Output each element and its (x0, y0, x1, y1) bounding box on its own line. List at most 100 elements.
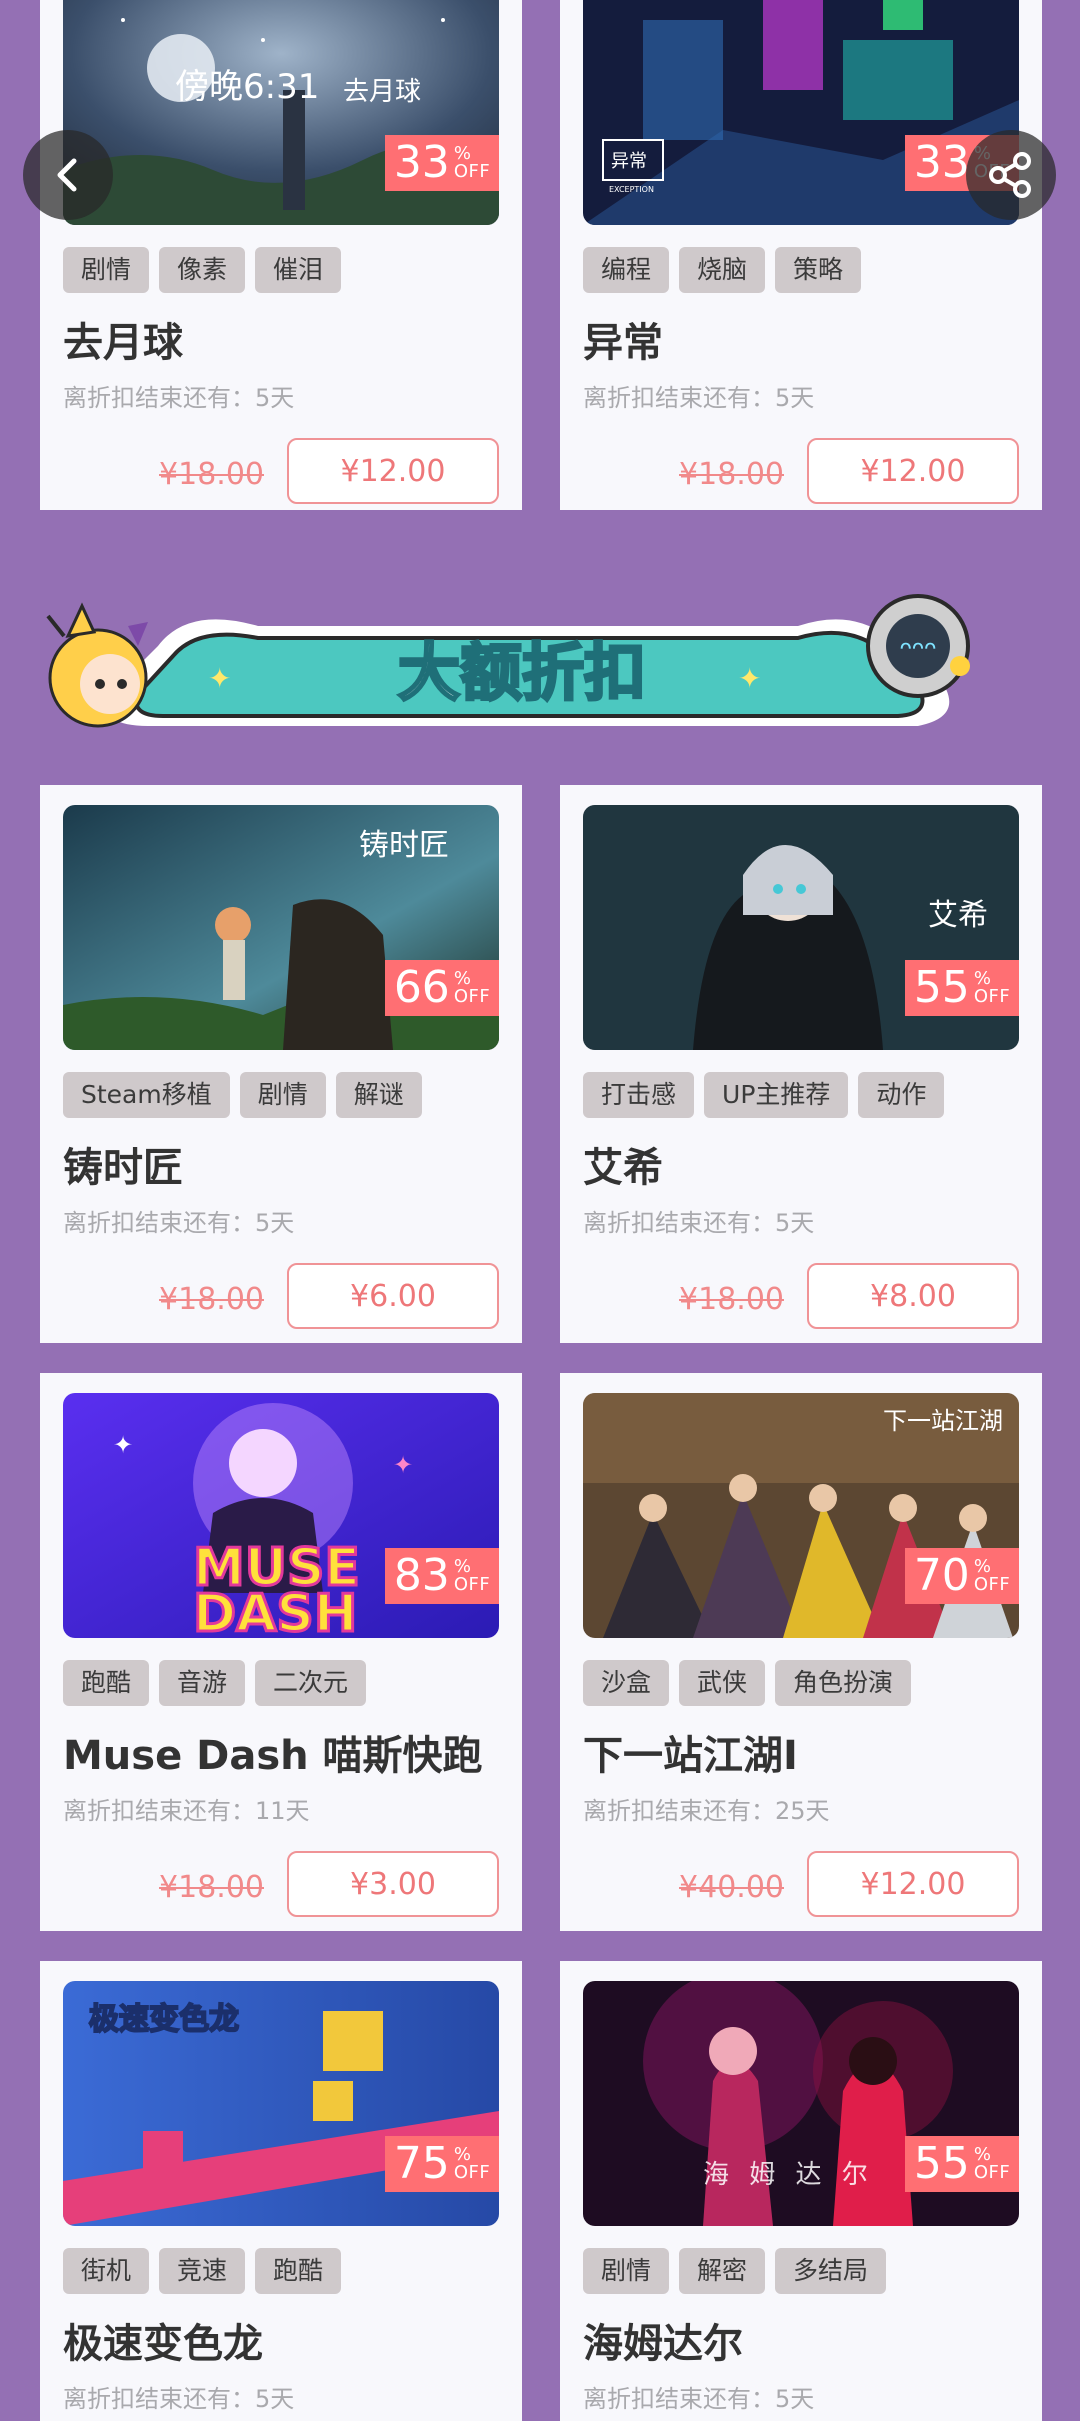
svg-text:✦: ✦ (738, 662, 761, 695)
tag-list: Steam移植 剧情 解谜 (63, 1072, 422, 1118)
original-price: ¥18.00 (159, 1870, 264, 1905)
tag: 编程 (583, 247, 670, 293)
cover-logo-text: 海 姆 达 尔 (703, 2160, 874, 2190)
game-cover-image: 傍晚6:31 去月球 33 % OFF (63, 0, 499, 225)
tag: 动作 (858, 1072, 945, 1118)
discount-remaining: 离折扣结束还有：11天 (63, 1797, 310, 1825)
game-card[interactable]: 傍晚6:31 去月球 33 % OFF 剧情 像素 催泪 去月球 离折扣结束还有：… (40, 0, 522, 510)
cover-logo-text: 铸时匠 (359, 828, 449, 863)
buy-price-button[interactable]: ¥12.00 (807, 1851, 1019, 1917)
game-card[interactable]: 异常 EXCEPTION 33 %OFF 编程 烧脑 策略 异常 离折扣结束还有… (560, 0, 1042, 510)
tag: 催泪 (255, 247, 342, 293)
game-title: 去月球 (63, 320, 183, 366)
tag: 二次元 (255, 1660, 367, 1706)
buy-price-button[interactable]: ¥6.00 (287, 1263, 499, 1329)
game-title: 下一站江湖Ⅰ (583, 1733, 798, 1779)
original-price: ¥18.00 (159, 1282, 264, 1317)
discount-remaining: 离折扣结束还有：5天 (583, 1209, 815, 1237)
svg-text:✦: ✦ (393, 1451, 413, 1479)
svg-text:ᴖᴖᴖ: ᴖᴖᴖ (900, 635, 937, 659)
discount-badge: 55 % OFF (905, 960, 1019, 1016)
tag: UP主推荐 (704, 1072, 849, 1118)
big-discount-banner: ✦ ✦ 大额折扣 ᴖᴖᴖ (38, 586, 1006, 746)
original-price: ¥18.00 (679, 457, 784, 492)
original-price: ¥40.00 (679, 1870, 784, 1905)
buy-price-button[interactable]: ¥12.00 (287, 438, 499, 504)
original-price: ¥18.00 (159, 457, 264, 492)
tag: 音游 (159, 1660, 246, 1706)
game-title: 艾希 (583, 1145, 663, 1191)
game-card[interactable]: 下一站江湖 70 % OFF 沙盒 武侠 角色扮演 下一站江湖Ⅰ 离折扣结束还有：… (560, 1373, 1042, 1931)
chevron-left-icon (57, 158, 77, 192)
game-cover-image: 极速变色龙 75 % OFF (63, 1981, 499, 2226)
tag: 解谜 (335, 1072, 422, 1118)
tag-list: 街机 竞速 跑酷 (63, 2248, 342, 2294)
discount-remaining: 离折扣结束还有：5天 (63, 2385, 295, 2413)
buy-price-button[interactable]: ¥12.00 (807, 438, 1019, 504)
tag-list: 跑酷 音游 二次元 (63, 1660, 367, 1706)
game-cover-image: 下一站江湖 70 % OFF (583, 1393, 1019, 1638)
game-title: 铸时匠 (63, 1145, 183, 1191)
buy-price-button[interactable]: ¥3.00 (287, 1851, 499, 1917)
tag: 武侠 (679, 1660, 766, 1706)
discount-remaining: 离折扣结束还有：5天 (583, 384, 815, 412)
discount-badge: 33 %OFF (385, 135, 499, 191)
tag-list: 剧情 解密 多结局 (583, 2248, 887, 2294)
cover-logo-text: 艾希 (928, 898, 988, 933)
svg-text:✦: ✦ (208, 662, 231, 695)
game-card[interactable]: 艾希 55 % OFF 打击感 UP主推荐 动作 艾希 离折扣结束还有：5天 ¥1… (560, 785, 1042, 1343)
game-cover-image: MUSE DASH ✦ ✦ 83 % OFF (63, 1393, 499, 1638)
game-cover-image: 海 姆 达 尔 55 % OFF (583, 1981, 1019, 2226)
tag: 解密 (679, 2248, 766, 2294)
cover-overlay-text: 傍晚6:31 (175, 67, 319, 107)
svg-text:✦: ✦ (113, 1431, 133, 1459)
game-card[interactable]: 海 姆 达 尔 55 % OFF 剧情 解密 多结局 海姆达尔 离折扣结束还有：5… (560, 1961, 1042, 2421)
tag: 街机 (63, 2248, 150, 2294)
tag: 剧情 (239, 1072, 326, 1118)
tag: 策略 (775, 247, 862, 293)
discount-badge: 66 % OFF (385, 960, 499, 1016)
tag: 烧脑 (679, 247, 766, 293)
game-cover-image: 异常 EXCEPTION 33 %OFF (583, 0, 1019, 225)
tag-list: 打击感 UP主推荐 动作 (583, 1072, 945, 1118)
game-cover-image: 铸时匠 66 % OFF (63, 805, 499, 1050)
cover-logo-text: 极速变色龙 (89, 2002, 239, 2037)
tag: 打击感 (583, 1072, 695, 1118)
tag-list: 剧情 像素 催泪 (63, 247, 342, 293)
tag: 竞速 (159, 2248, 246, 2294)
discount-badge: 75 % OFF (385, 2136, 499, 2192)
svg-text:DASH: DASH (193, 1584, 357, 1638)
cover-logo-text: 去月球 (343, 77, 421, 107)
game-title: 极速变色龙 (63, 2321, 263, 2367)
cover-logo-text: 下一站江湖 (883, 1407, 1003, 1435)
tag: 跑酷 (63, 1660, 150, 1706)
discount-remaining: 离折扣结束还有：5天 (583, 2385, 815, 2413)
cover-logo-text: 异常 (611, 151, 647, 172)
banner-title: 大额折扣 (398, 636, 646, 709)
game-card[interactable]: MUSE DASH ✦ ✦ 83 % OFF 跑酷 音游 二次元 Muse Das… (40, 1373, 522, 1931)
tag-list: 沙盒 武侠 角色扮演 (583, 1660, 912, 1706)
game-title: 异常 (583, 320, 663, 366)
tag: Steam移植 (63, 1072, 230, 1118)
discount-badge: 83 % OFF (385, 1548, 499, 1604)
share-button[interactable] (966, 130, 1056, 220)
game-card[interactable]: 极速变色龙 75 % OFF 街机 竞速 跑酷 极速变色龙 离折扣结束还有：5天 (40, 1961, 522, 2421)
buy-price-button[interactable]: ¥8.00 (807, 1263, 1019, 1329)
tag: 角色扮演 (775, 1660, 912, 1706)
discount-remaining: 离折扣结束还有：5天 (63, 384, 295, 412)
discount-badge: 55 % OFF (905, 2136, 1019, 2192)
game-title: Muse Dash 喵斯快跑 (63, 1733, 483, 1779)
original-price: ¥18.00 (679, 1282, 784, 1317)
tag: 像素 (159, 247, 246, 293)
tag: 剧情 (583, 2248, 670, 2294)
discount-remaining: 离折扣结束还有：5天 (63, 1209, 295, 1237)
share-icon (989, 152, 1031, 198)
game-title: 海姆达尔 (583, 2321, 743, 2367)
back-button[interactable] (23, 130, 113, 220)
game-card[interactable]: 铸时匠 66 % OFF Steam移植 剧情 解谜 铸时匠 离折扣结束还有：5天… (40, 785, 522, 1343)
game-cover-image: 艾希 55 % OFF (583, 805, 1019, 1050)
tag: 跑酷 (255, 2248, 342, 2294)
tag: 多结局 (775, 2248, 887, 2294)
discount-remaining: 离折扣结束还有：25天 (583, 1797, 830, 1825)
tag: 剧情 (63, 247, 150, 293)
